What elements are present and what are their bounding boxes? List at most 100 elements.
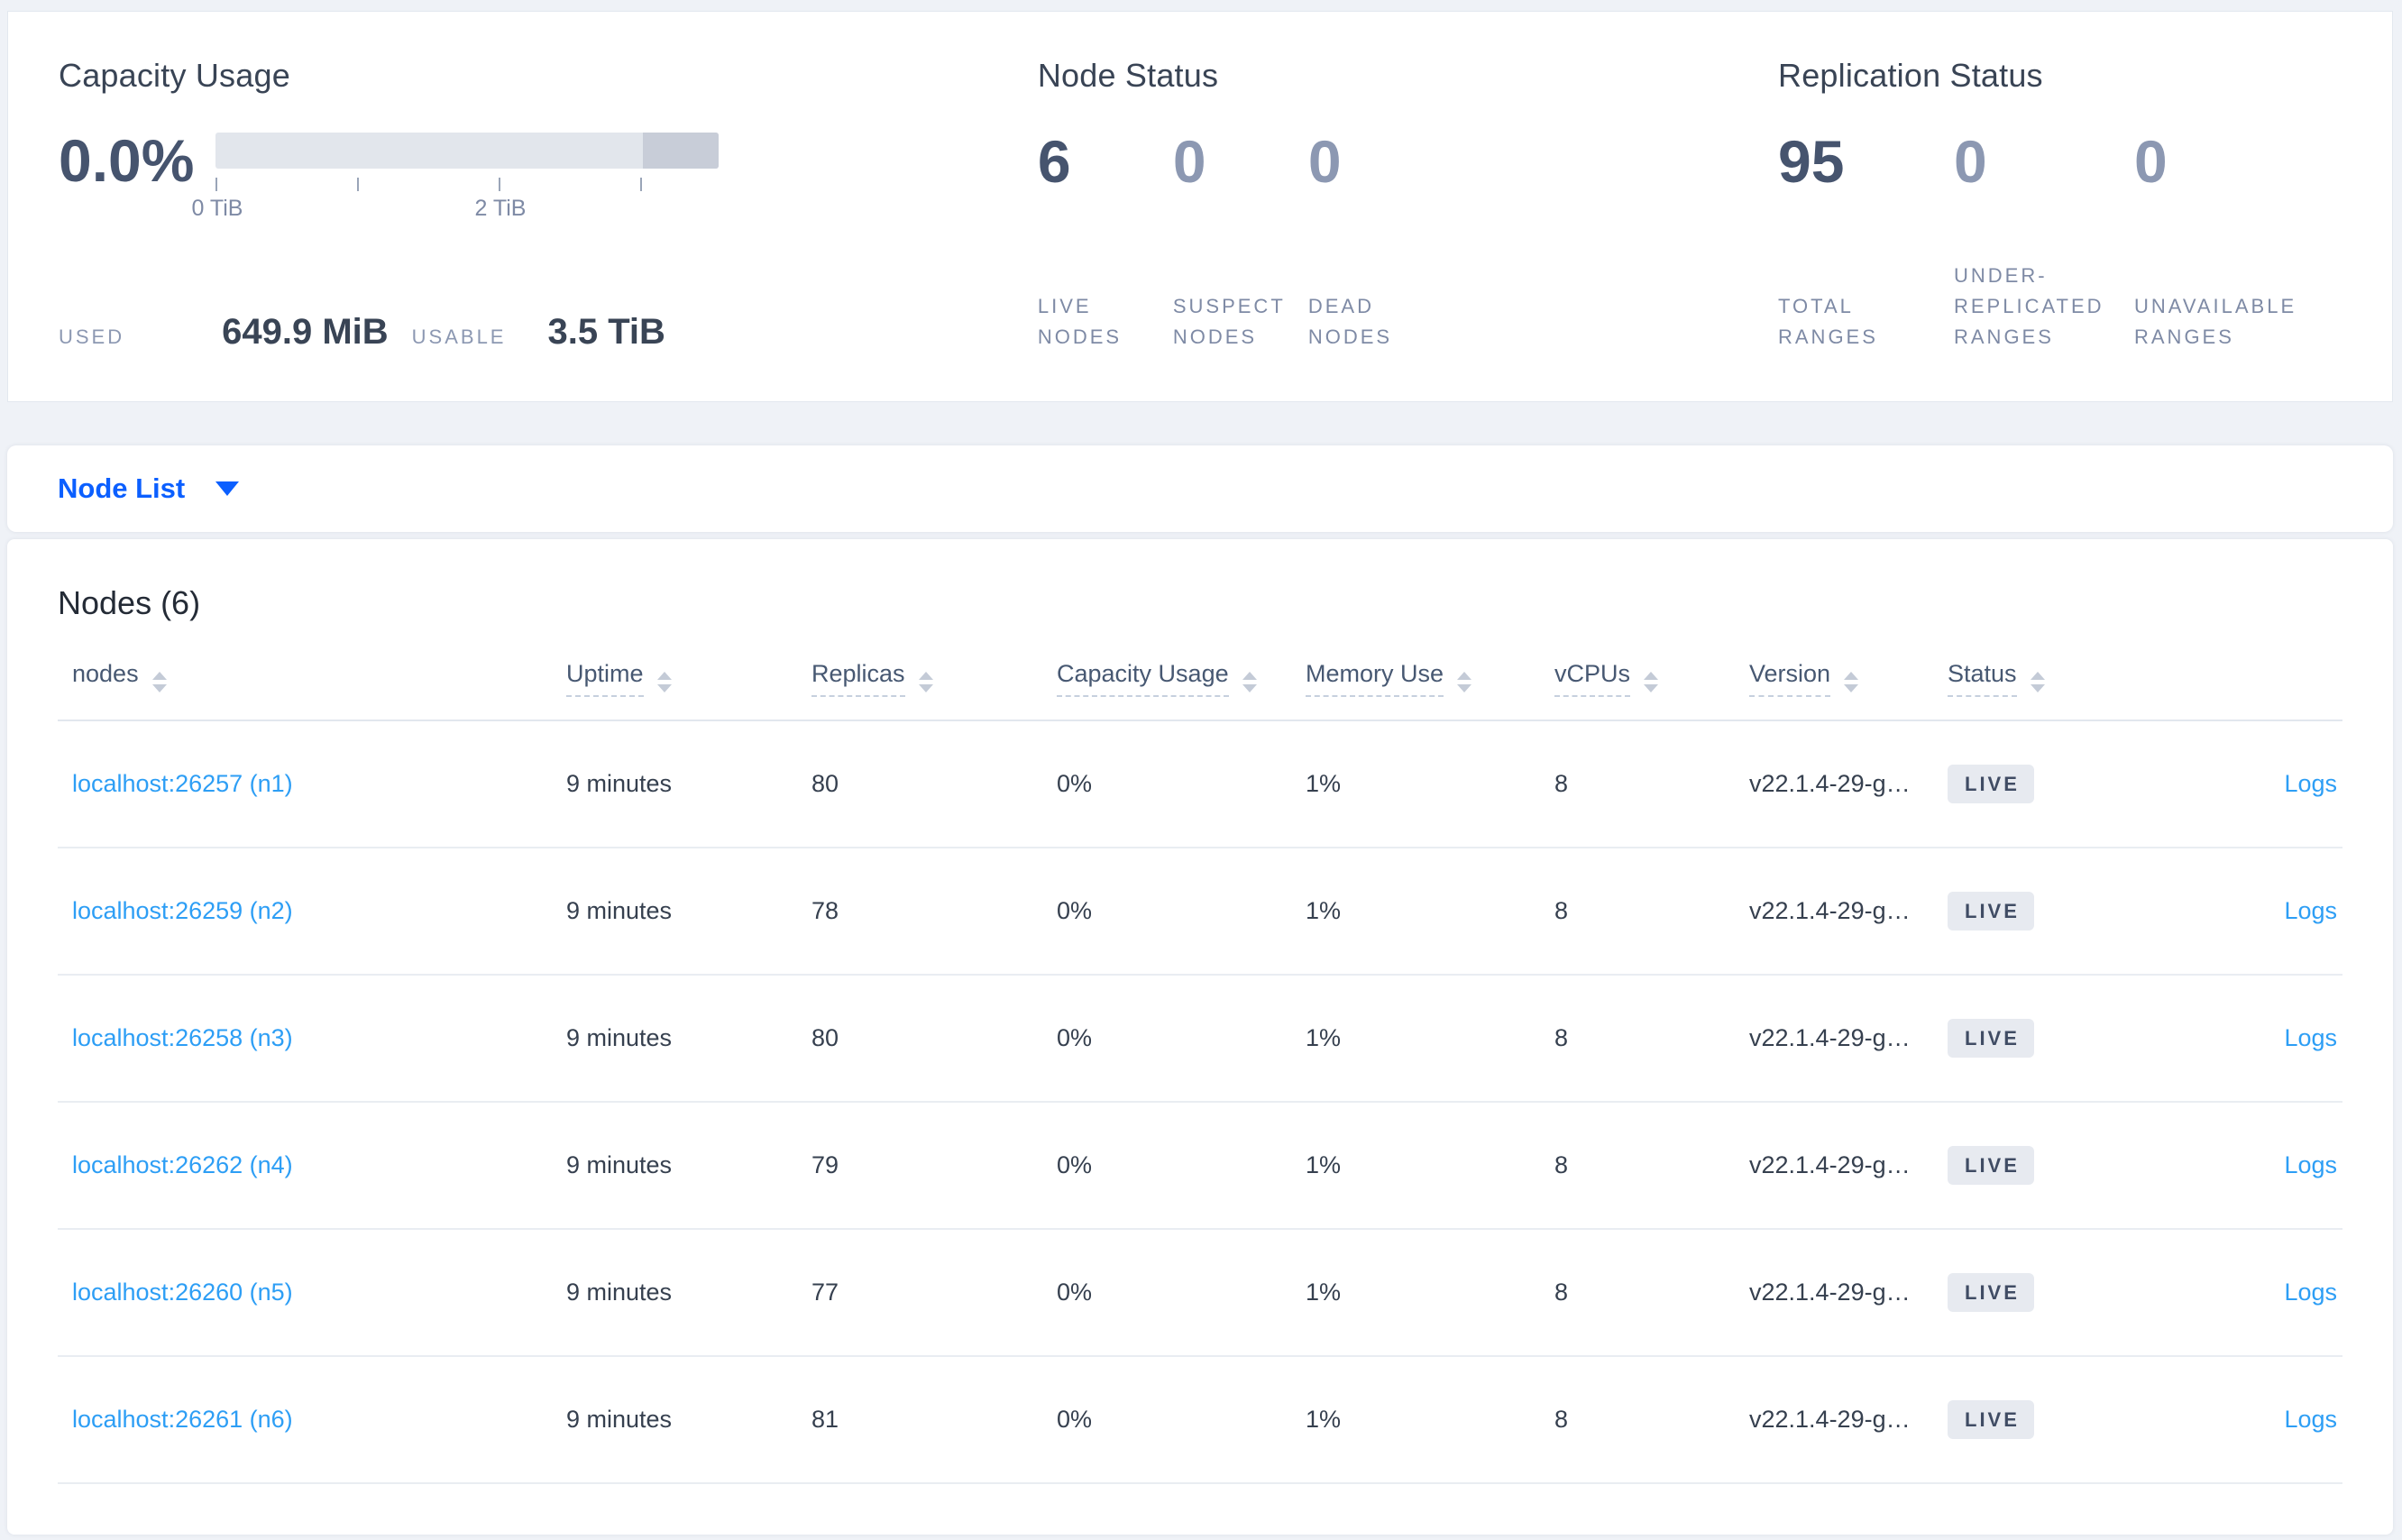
status-cell: LIVE (1933, 1229, 2130, 1357)
memory-cell: 1% (1291, 1102, 1540, 1230)
node-status-title: Node Status (1037, 57, 1219, 94)
memory-cell: 1% (1291, 1356, 1540, 1484)
suspect-nodes-value: 0 (1172, 128, 1206, 195)
sort-icon (2030, 672, 2045, 692)
axis-tick (215, 178, 217, 191)
node-cell: localhost:26259 (n2) (58, 848, 552, 976)
sort-icon (151, 672, 167, 692)
table-row: localhost:26260 (n5) 9 minutes 77 0% 1% … (58, 1229, 2342, 1357)
column-header-uptime[interactable]: Uptime (552, 637, 797, 721)
view-selector-bar: Node List (7, 445, 2393, 532)
status-badge: LIVE (1948, 892, 2034, 930)
node-cell: localhost:26257 (n1) (58, 720, 552, 848)
node-link[interactable]: localhost:26257 (n1) (72, 770, 293, 797)
logs-cell: Logs (2130, 720, 2342, 848)
capacity-cell: 0% (1042, 975, 1291, 1103)
sort-icon (1844, 672, 1859, 692)
capacity-cell: 0% (1042, 1356, 1291, 1484)
node-link[interactable]: localhost:26261 (n6) (72, 1406, 293, 1433)
vcpus-cell: 8 (1540, 720, 1735, 848)
status-cell: LIVE (1933, 1102, 2130, 1230)
unavailable-ranges-stat: 0 UNAVAILABLE RANGES (2134, 129, 2342, 353)
version-cell: v22.1.4-29-g… (1735, 1356, 1933, 1484)
logs-link[interactable]: Logs (2284, 1151, 2337, 1178)
capacity-cell: 0% (1042, 1102, 1291, 1230)
status-badge: LIVE (1948, 1400, 2034, 1439)
column-header-version[interactable]: Version (1735, 637, 1933, 721)
under-replicated-ranges-stat: 0 UNDER-REPLICATED RANGES (1954, 129, 2134, 353)
logs-link[interactable]: Logs (2284, 770, 2337, 797)
column-header-nodes[interactable]: nodes (58, 637, 552, 721)
total-ranges-value: 95 (1778, 128, 1845, 195)
table-row: localhost:26261 (n6) 9 minutes 81 0% 1% … (58, 1356, 2342, 1484)
node-link[interactable]: localhost:26260 (n5) (72, 1279, 293, 1306)
table-row: localhost:26259 (n2) 9 minutes 78 0% 1% … (58, 848, 2342, 976)
logs-cell: Logs (2130, 1102, 2342, 1230)
status-badge: LIVE (1948, 1019, 2034, 1058)
capacity-cell: 0% (1042, 720, 1291, 848)
node-cell: localhost:26260 (n5) (58, 1229, 552, 1357)
vcpus-cell: 8 (1540, 848, 1735, 976)
column-header-logs (2130, 637, 2342, 721)
replicas-cell: 79 (797, 1102, 1042, 1230)
dead-nodes-value: 0 (1307, 128, 1342, 195)
status-badge: LIVE (1948, 765, 2034, 803)
replication-stats: 95 TOTAL RANGES 0 UNDER-REPLICATED RANGE… (1778, 129, 2342, 353)
suspect-nodes-label: SUSPECT NODES (1172, 295, 1286, 348)
version-cell: v22.1.4-29-g… (1735, 1102, 1933, 1230)
under-replicated-ranges-label: UNDER-REPLICATED RANGES (1954, 264, 2104, 348)
status-cell: LIVE (1933, 848, 2130, 976)
axis-tick (357, 178, 359, 191)
node-link[interactable]: localhost:26258 (n3) (72, 1024, 293, 1051)
column-header-capacity-usage[interactable]: Capacity Usage (1042, 637, 1291, 721)
uptime-cell: 9 minutes (552, 720, 797, 848)
uptime-cell: 9 minutes (552, 848, 797, 976)
capacity-bar-chart: 0 TiB 2 TiB (192, 133, 719, 223)
nodes-table-title: Nodes (6) (58, 584, 201, 621)
node-list-dropdown-label: Node List (58, 472, 186, 504)
dead-nodes-stat: 0 DEAD NODES (1308, 129, 1444, 353)
vcpus-cell: 8 (1540, 1356, 1735, 1484)
column-header-vcpus[interactable]: vCPUs (1540, 637, 1735, 721)
node-link[interactable]: localhost:26259 (n2) (72, 897, 293, 924)
logs-cell: Logs (2130, 1356, 2342, 1484)
column-header-memory-use[interactable]: Memory Use (1291, 637, 1540, 721)
table-row: localhost:26258 (n3) 9 minutes 80 0% 1% … (58, 975, 2342, 1103)
node-link[interactable]: localhost:26262 (n4) (72, 1151, 293, 1178)
sort-icon (1242, 672, 1257, 692)
column-header-replicas[interactable]: Replicas (797, 637, 1042, 721)
memory-cell: 1% (1291, 720, 1540, 848)
vcpus-cell: 8 (1540, 975, 1735, 1103)
logs-link[interactable]: Logs (2284, 897, 2337, 924)
unavailable-ranges-value: 0 (2134, 128, 2168, 195)
replicas-cell: 80 (797, 975, 1042, 1103)
logs-link[interactable]: Logs (2284, 1024, 2337, 1051)
usable-value: 3.5 TiB (547, 312, 665, 352)
status-badge: LIVE (1948, 1146, 2034, 1185)
logs-link[interactable]: Logs (2284, 1406, 2337, 1433)
status-cell: LIVE (1933, 1356, 2130, 1484)
live-nodes-stat: 6 LIVE NODES (1038, 129, 1173, 353)
replicas-cell: 78 (797, 848, 1042, 976)
node-cell: localhost:26261 (n6) (58, 1356, 552, 1484)
live-nodes-value: 6 (1037, 128, 1071, 195)
dead-nodes-label: DEAD NODES (1307, 295, 1393, 348)
uptime-cell: 9 minutes (552, 975, 797, 1103)
capacity-percent: 0.0% (59, 127, 195, 194)
replication-status-title: Replication Status (1778, 57, 2043, 94)
replicas-cell: 81 (797, 1356, 1042, 1484)
logs-link[interactable]: Logs (2284, 1279, 2337, 1306)
table-row: localhost:26257 (n1) 9 minutes 80 0% 1% … (58, 720, 2342, 848)
nodes-table: nodes Uptime Replicas Capacity Usage Mem… (58, 637, 2342, 1484)
total-ranges-stat: 95 TOTAL RANGES (1778, 129, 1954, 353)
axis-tick (499, 178, 500, 191)
chevron-down-icon (215, 481, 240, 496)
column-header-status[interactable]: Status (1933, 637, 2130, 721)
uptime-cell: 9 minutes (552, 1229, 797, 1357)
vcpus-cell: 8 (1540, 1102, 1735, 1230)
node-list-dropdown[interactable]: Node List (58, 472, 240, 505)
axis-tick-label: 0 TiB (191, 196, 243, 221)
replication-status-section: Replication Status 95 TOTAL RANGES 0 UND… (1778, 57, 2342, 353)
capacity-chart-row: 0.0% 0 TiB 2 TiB (59, 131, 1038, 223)
axis-tick (640, 178, 642, 191)
